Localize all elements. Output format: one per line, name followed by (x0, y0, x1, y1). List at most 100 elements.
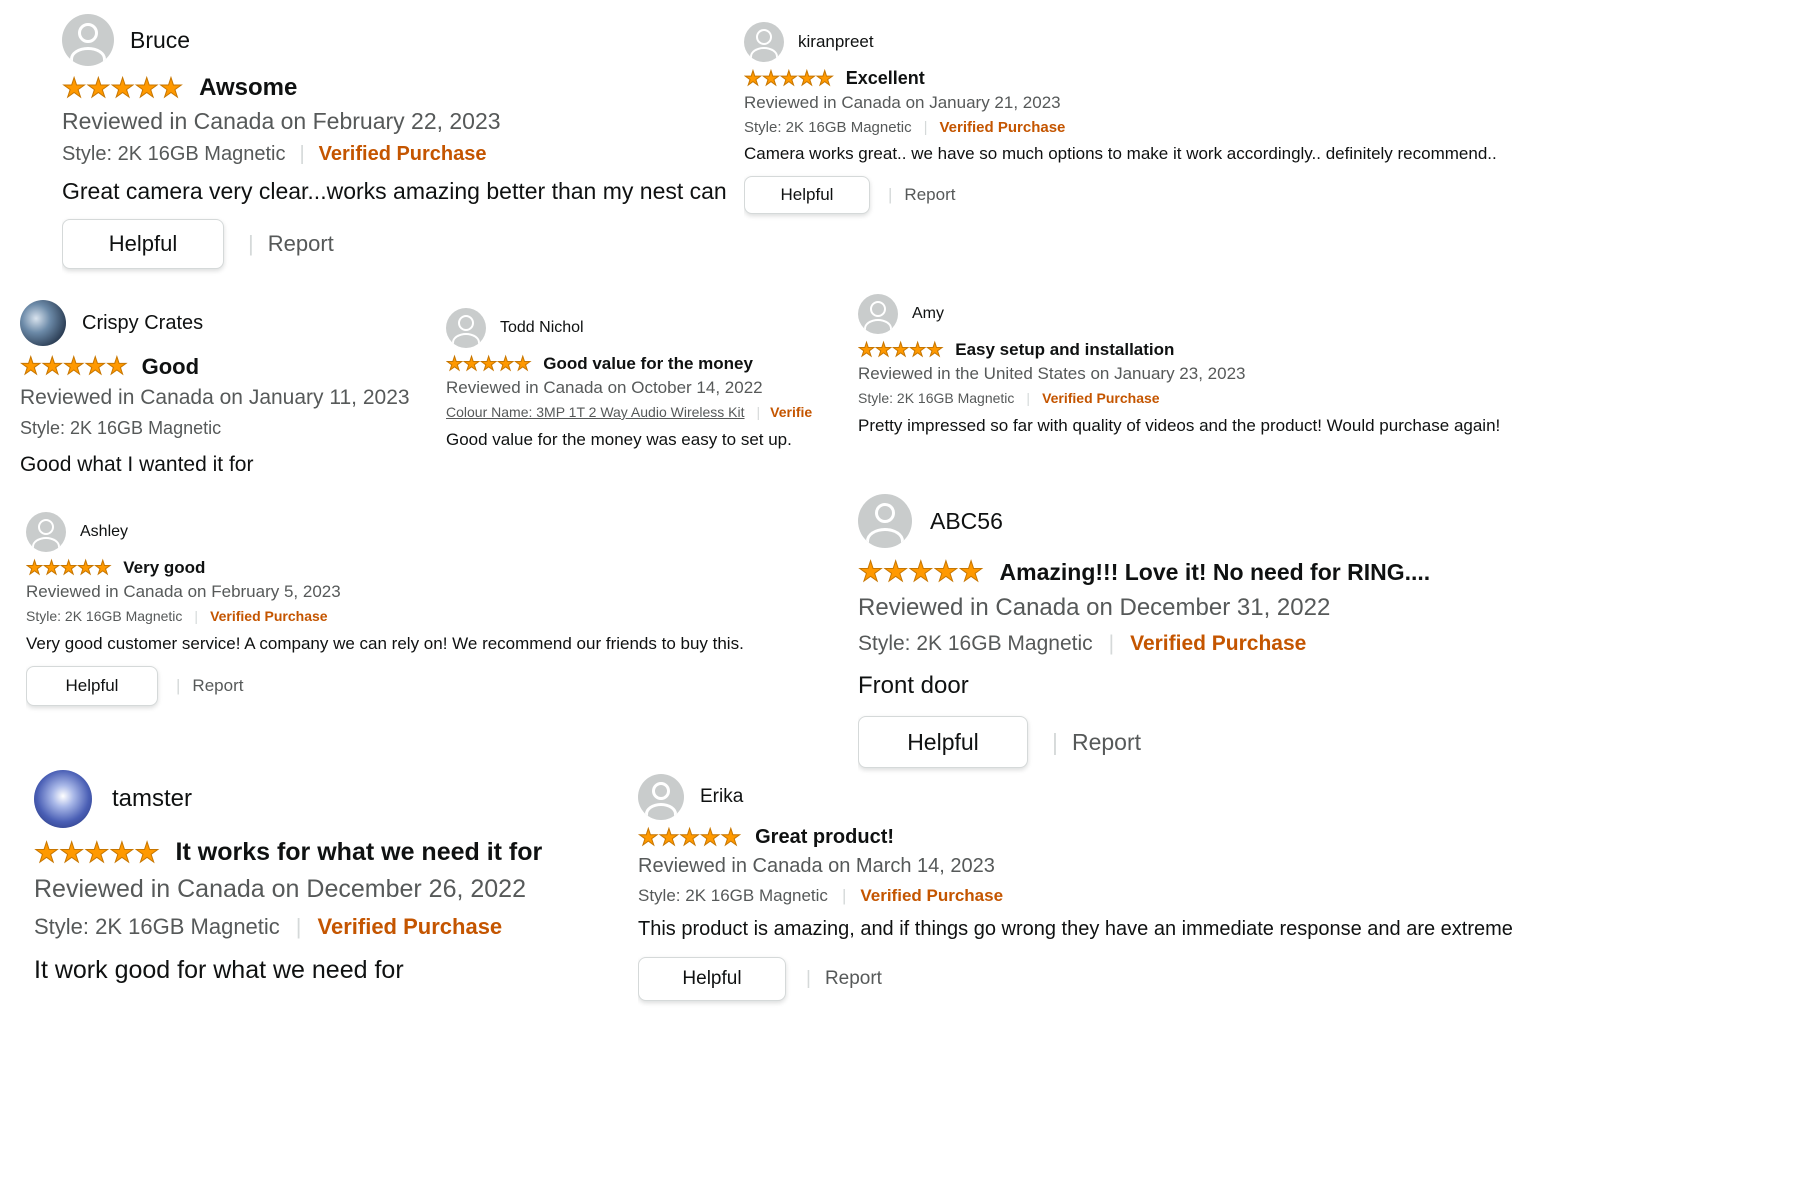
review-title[interactable]: Amazing!!! Love it! No need for RING.... (1000, 559, 1431, 586)
review-date: Reviewed in Canada on January 11, 2023 (20, 386, 410, 409)
review-title[interactable]: Good value for the money (543, 354, 753, 374)
review-card-todd-nichol: Todd Nichol ★ ★ ★ ★ ★ Good value for the mon… (446, 308, 840, 468)
reviewer-name[interactable]: Amy (912, 305, 944, 323)
helpful-button[interactable]: Helpful (638, 957, 786, 1001)
star-icon: ★ (638, 824, 659, 850)
product-style: Style: 2K 16GB Magnetic (62, 143, 286, 165)
review-card-bruce: Bruce ★ ★ ★ ★ ★ Awsome Reviewed in Canada on… (62, 14, 734, 284)
style-row: Style: 2K 16GB Magnetic | Verified Purch… (26, 608, 836, 624)
product-style: Style: 2K 16GB Magnetic (34, 914, 280, 939)
report-link[interactable]: Report (825, 968, 882, 990)
review-header: kiranpreet (744, 22, 1554, 62)
star-icon: ★ (514, 353, 532, 375)
divider: | (806, 968, 811, 989)
star-rating[interactable]: ★ ★ ★ ★ ★ (858, 556, 984, 587)
product-variant-link[interactable]: Colour Name: 3MP 1T 2 Way Audio Wireless… (446, 404, 745, 420)
star-icon: ★ (60, 557, 78, 579)
star-rating[interactable]: ★ ★ ★ ★ ★ (446, 353, 532, 375)
verified-purchase-badge: Verified Purchase (210, 608, 328, 624)
star-icon: ★ (679, 824, 701, 850)
reviewer-name[interactable]: ABC56 (930, 508, 1003, 535)
review-card-erika: Erika ★ ★ ★ ★ ★ Great product! Reviewed in C… (638, 774, 1568, 1024)
star-icon: ★ (958, 556, 984, 587)
report-link[interactable]: Report (1072, 729, 1141, 756)
product-style: Style: 2K 16GB Magnetic (858, 390, 1015, 406)
star-icon: ★ (109, 836, 135, 868)
star-icon: ★ (94, 557, 112, 579)
review-actions: Helpful | Report (26, 666, 836, 706)
style-row: Style: 2K 16GB Magnetic | Verified Purch… (62, 143, 734, 166)
person-icon (638, 774, 684, 820)
style-row: Style: 2K 16GB Magnetic | Verified Purch… (744, 119, 1554, 136)
review-title[interactable]: Excellent (846, 68, 925, 89)
divider: | (1026, 390, 1031, 406)
star-rating[interactable]: ★ ★ ★ ★ ★ (638, 824, 742, 850)
star-icon: ★ (106, 353, 128, 380)
star-rating[interactable]: ★ ★ ★ ★ ★ (62, 72, 184, 103)
profile-photo (20, 300, 66, 346)
review-card-kiranpreet: kiranpreet ★ ★ ★ ★ ★ Excellent Reviewed in C… (744, 22, 1554, 232)
review-date: Reviewed in Canada on December 26, 2022 (34, 875, 526, 903)
star-icon: ★ (158, 72, 184, 103)
star-icon: ★ (62, 72, 87, 103)
star-icon: ★ (779, 67, 798, 90)
review-date: Reviewed in Canada on February 5, 2023 (26, 582, 341, 601)
review-title[interactable]: Good (142, 354, 199, 380)
star-rating[interactable]: ★ ★ ★ ★ ★ (858, 339, 944, 361)
review-title[interactable]: It works for what we need it for (176, 838, 543, 867)
star-icon: ★ (720, 824, 742, 850)
product-style: Style: 2K 16GB Magnetic (638, 886, 828, 905)
star-icon: ★ (63, 353, 85, 380)
review-body: Pretty impressed so far with quality of … (858, 416, 1501, 435)
reviewer-name[interactable]: kiranpreet (798, 32, 874, 52)
review-date: Reviewed in Canada on February 22, 2023 (62, 108, 501, 134)
reviewer-name[interactable]: Todd Nichol (500, 319, 584, 337)
style-row: Style: 2K 16GB Magnetic | Verified Purch… (858, 632, 1558, 656)
review-header: Crispy Crates (20, 300, 430, 346)
verified-purchase-badge: Verifie (770, 404, 813, 420)
helpful-button[interactable]: Helpful (26, 666, 158, 706)
star-icon: ★ (34, 836, 60, 868)
star-rating[interactable]: ★ ★ ★ ★ ★ (20, 353, 128, 380)
helpful-button[interactable]: Helpful (858, 716, 1028, 768)
review-header: Amy (858, 294, 1558, 334)
product-style: Style: 2K 16GB Magnetic (20, 418, 222, 438)
helpful-button[interactable]: Helpful (744, 176, 870, 214)
star-icon: ★ (134, 836, 160, 868)
rating-row: ★ ★ ★ ★ ★ Easy setup and installation (858, 340, 1558, 360)
review-header: Ashley (26, 512, 836, 552)
star-rating[interactable]: ★ ★ ★ ★ ★ (26, 557, 112, 579)
person-icon (858, 494, 912, 548)
report-link[interactable]: Report (268, 231, 334, 257)
helpful-button[interactable]: Helpful (62, 219, 224, 269)
reviewer-name[interactable]: Ashley (80, 523, 128, 541)
star-icon: ★ (84, 353, 107, 380)
reviewer-name[interactable]: Bruce (130, 27, 190, 54)
style-row: Style: 2K 16GB Magnetic | Verified Purch… (34, 914, 614, 940)
review-title[interactable]: Great product! (755, 826, 894, 849)
star-icon: ★ (110, 72, 135, 103)
reviewer-name[interactable]: Erika (700, 786, 743, 808)
star-rating[interactable]: ★ ★ ★ ★ ★ (34, 836, 160, 868)
review-card-amy: Amy ★ ★ ★ ★ ★ Easy setup and installation Re… (858, 294, 1558, 454)
review-title[interactable]: Awsome (199, 74, 297, 102)
review-title[interactable]: Easy setup and installation (955, 340, 1174, 360)
reviewer-name[interactable]: tamster (112, 785, 192, 813)
verified-purchase-badge: Verified Purchase (318, 143, 487, 165)
verified-purchase-badge: Verified Purchase (1130, 632, 1307, 655)
divider: | (248, 231, 254, 256)
review-title[interactable]: Very good (123, 558, 205, 578)
divider: | (295, 914, 302, 939)
review-header: Bruce (62, 14, 734, 66)
product-style: Style: 2K 16GB Magnetic (858, 632, 1093, 655)
rating-row: ★ ★ ★ ★ ★ Good value for the money (446, 354, 840, 374)
star-rating[interactable]: ★ ★ ★ ★ ★ (744, 67, 834, 90)
divider: | (923, 119, 928, 136)
review-card-tamster: tamster ★ ★ ★ ★ ★ It works for what we need … (34, 770, 614, 1010)
report-link[interactable]: Report (904, 185, 955, 205)
star-icon: ★ (463, 353, 481, 375)
report-link[interactable]: Report (192, 676, 243, 696)
product-style: Style: 2K 16GB Magnetic (26, 608, 183, 624)
star-icon: ★ (892, 339, 910, 361)
reviewer-name[interactable]: Crispy Crates (82, 312, 203, 335)
